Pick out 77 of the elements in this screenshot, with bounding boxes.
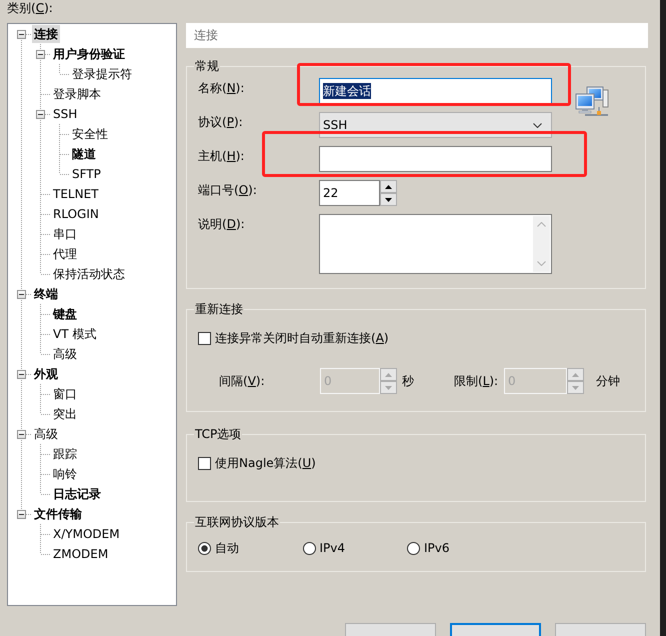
tree-item[interactable]: 突出: [51, 405, 79, 423]
checkbox-label: 连接异常关闭时自动重新连接(A): [215, 330, 389, 346]
collapse-icon[interactable]: [17, 510, 26, 518]
chevron-down-icon: [533, 122, 542, 128]
unit-label: 分钟: [596, 373, 621, 389]
radio-label: IPv6: [424, 540, 450, 556]
group-title: TCP选项: [194, 426, 242, 442]
collapse-icon[interactable]: [36, 110, 45, 118]
field-label: 名称(N):: [198, 80, 244, 96]
collapse-icon[interactable]: [17, 370, 26, 378]
description-field[interactable]: [319, 214, 552, 274]
networked-computers-icon: [575, 86, 609, 117]
tree-item[interactable]: 登录提示符: [70, 65, 134, 83]
chevron-down-icon: [537, 261, 546, 266]
tree-item[interactable]: 登录脚本: [51, 85, 103, 103]
tree-item[interactable]: SSH: [51, 105, 80, 123]
triangle-up-icon: [385, 372, 392, 376]
tree-item[interactable]: ZMODEM: [51, 545, 110, 563]
collapse-icon[interactable]: [17, 30, 26, 38]
field-label: 说明(D):: [198, 216, 245, 232]
scrollbar[interactable]: [533, 216, 550, 272]
unit-label: 秒: [402, 373, 415, 389]
tree-item[interactable]: 窗口: [51, 385, 79, 403]
tree-item[interactable]: TELNET: [51, 185, 100, 203]
field-label: 协议(P):: [198, 114, 243, 130]
triangle-down-icon: [385, 386, 392, 390]
tree-item[interactable]: 连接: [32, 25, 60, 43]
group-title: 互联网协议版本: [194, 514, 280, 530]
triangle-down-icon: [385, 198, 392, 202]
tree-item[interactable]: 代理: [51, 245, 79, 263]
host-field[interactable]: [319, 146, 552, 172]
tree-item[interactable]: VT 模式: [51, 325, 98, 343]
collapse-icon[interactable]: [17, 430, 26, 438]
radio-button[interactable]: [198, 542, 211, 554]
triangle-down-icon: [572, 386, 579, 390]
radio-label: IPv4: [320, 540, 346, 556]
radio-button[interactable]: [407, 542, 420, 554]
tree-item[interactable]: 外观: [32, 365, 60, 383]
triangle-up-icon: [385, 184, 392, 188]
collapse-icon[interactable]: [17, 290, 26, 298]
tree-item[interactable]: 终端: [32, 285, 60, 303]
group-title: 常规: [194, 58, 220, 74]
tree-item[interactable]: 日志记录: [51, 485, 103, 503]
tree-item[interactable]: 高级: [51, 345, 79, 363]
tree-item[interactable]: 跟踪: [51, 445, 79, 463]
radio-button[interactable]: [302, 542, 316, 554]
field-label: 端口号(O):: [198, 182, 257, 198]
tree-item[interactable]: 响铃: [51, 465, 79, 483]
tree-item[interactable]: 键盘: [51, 305, 79, 323]
checkbox-label: 使用Nagle算法(U): [215, 455, 316, 471]
checkbox[interactable]: [198, 332, 211, 344]
tree-item[interactable]: 文件传输: [32, 505, 84, 523]
tree-item[interactable]: 安全性: [70, 125, 110, 143]
tree-item[interactable]: 保持活动状态: [51, 265, 127, 283]
section-header: 连接: [186, 23, 648, 48]
checkbox[interactable]: [198, 456, 211, 470]
name-field[interactable]: 新建会话: [319, 78, 552, 104]
tree-item[interactable]: 高级: [32, 425, 60, 443]
tree-label: 类别(C):: [7, 0, 53, 17]
chevron-up-icon: [537, 222, 546, 227]
collapse-icon[interactable]: [36, 50, 45, 58]
field-label: 限制(L):: [454, 373, 500, 389]
tree-item[interactable]: 串口: [51, 225, 79, 243]
port-field[interactable]: 22: [319, 180, 380, 206]
field-label: 间隔(V):: [219, 373, 266, 389]
tree-item[interactable]: RLOGIN: [51, 205, 101, 223]
tree-item[interactable]: SFTP: [70, 165, 103, 183]
tree-item[interactable]: 用户身份验证: [51, 45, 127, 63]
spin-down-button[interactable]: [380, 193, 397, 206]
spin-up-button[interactable]: [380, 180, 397, 193]
group-title: 重新连接: [194, 301, 244, 317]
tree-item[interactable]: X/YMODEM: [51, 525, 122, 543]
triangle-up-icon: [572, 372, 579, 376]
field-label: 主机(H):: [198, 148, 244, 164]
dialog-button[interactable]: [450, 623, 541, 636]
radio-label: 自动: [215, 540, 239, 556]
tree-item[interactable]: 隧道: [70, 145, 98, 163]
